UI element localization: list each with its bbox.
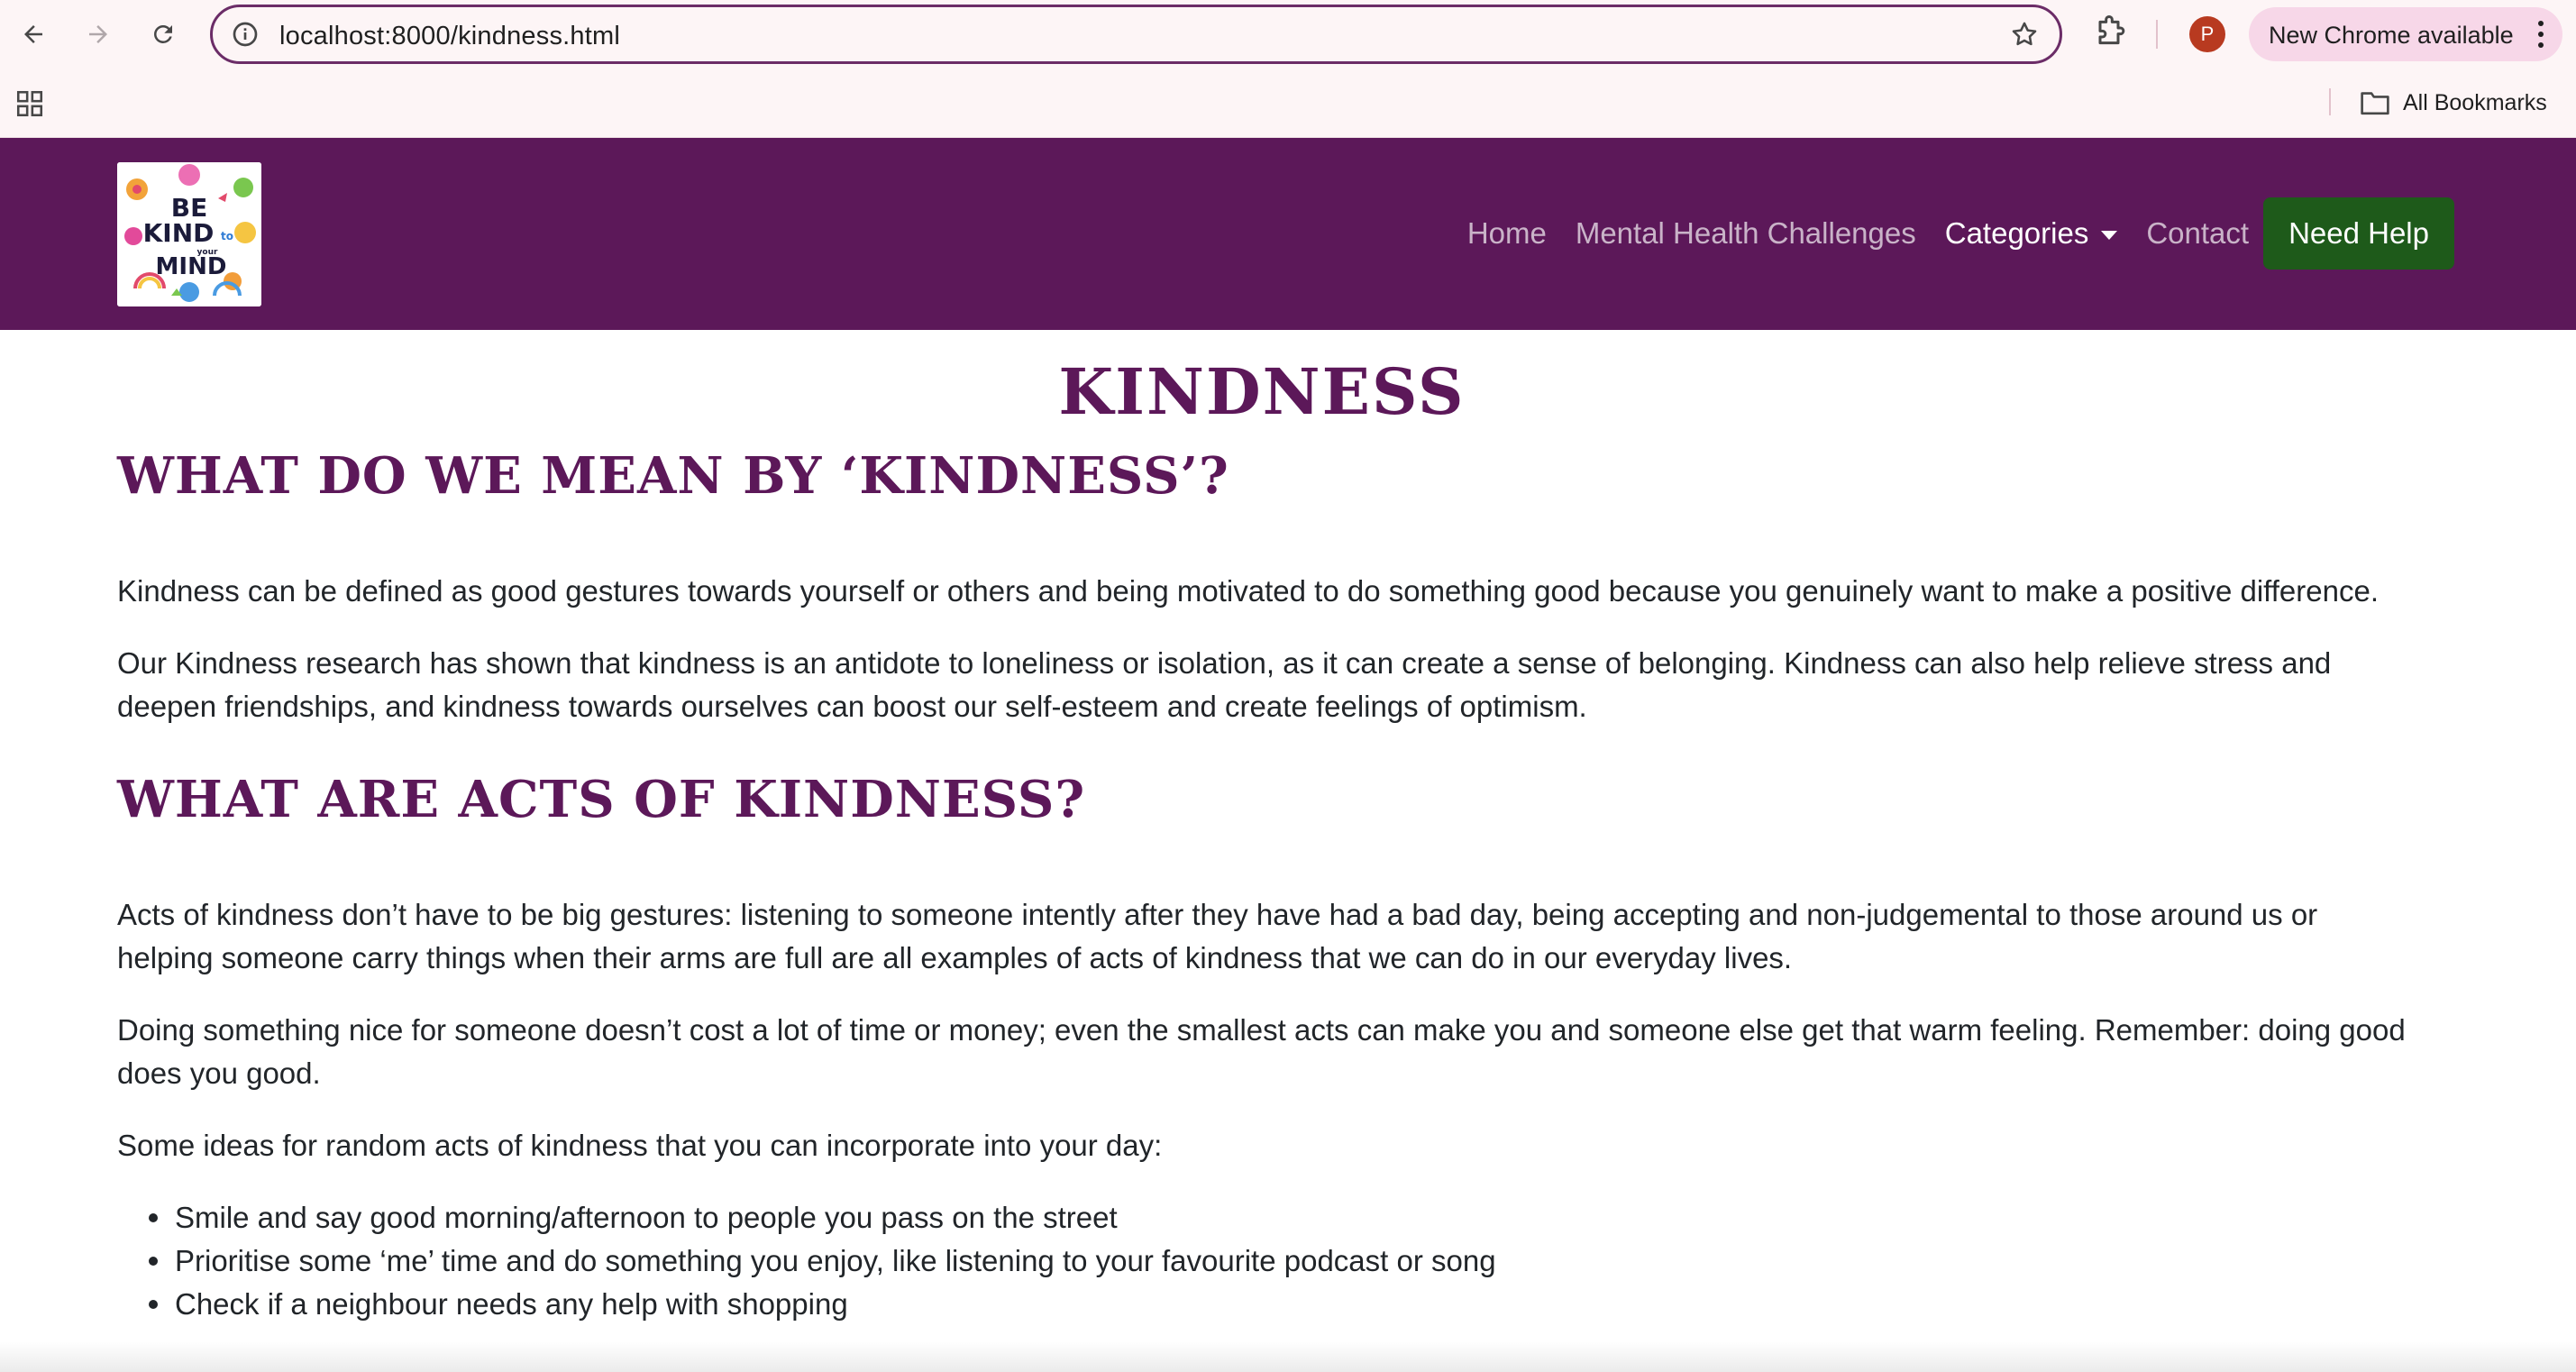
nav-home[interactable]: Home: [1467, 216, 1547, 251]
site-navbar: BE KIND to your MIND Home Mental Health …: [0, 138, 2576, 330]
nav-categories-label: Categories: [1944, 216, 2089, 250]
chrome-update-button[interactable]: New Chrome available: [2249, 7, 2562, 61]
list-item: Check if a neighbour needs any help with…: [149, 1283, 2407, 1326]
forward-button[interactable]: [75, 11, 122, 58]
logo-text-to: to: [221, 230, 233, 242]
section-heading-meaning: WHAT DO WE MEAN BY ‘KINDNESS’?: [117, 446, 1229, 506]
back-button[interactable]: [10, 11, 57, 58]
paragraph: Acts of kindness don’t have to be big ge…: [117, 898, 2318, 975]
logo-text-mind: MIND: [156, 253, 227, 280]
caret-down-icon: [2101, 231, 2118, 241]
reload-icon: [154, 24, 172, 43]
list-item: Prioritise some ‘me’ time and do somethi…: [149, 1239, 2407, 1283]
nav-mental-health-challenges[interactable]: Mental Health Challenges: [1576, 216, 1916, 251]
paragraph: Doing something nice for someone doesn’t…: [117, 1013, 2406, 1091]
section-heading-acts: WHAT ARE ACTS OF KINDNESS?: [117, 770, 1086, 830]
logo-image: BE KIND to your MIND: [117, 162, 261, 306]
update-label: New Chrome available: [2269, 22, 2514, 49]
folder-icon: [2361, 92, 2389, 115]
bookmarks-separator: [2329, 88, 2331, 115]
viewport-bottom-edge: [0, 1341, 2576, 1372]
need-help-button[interactable]: Need Help: [2263, 197, 2454, 270]
url-text: localhost:8000/kindness.html: [279, 22, 620, 50]
arrow-left-icon: [24, 25, 42, 43]
paragraph: Some ideas for random acts of kindness t…: [117, 1129, 1163, 1163]
nav-categories-dropdown[interactable]: Categories: [1945, 216, 2118, 251]
address-bar[interactable]: localhost:8000/kindness.html: [210, 5, 2062, 64]
more-menu-icon[interactable]: [2532, 18, 2550, 50]
toolbar-separator: [2156, 20, 2158, 49]
nav-contact[interactable]: Contact: [2146, 216, 2249, 251]
profile-initial: P: [2200, 23, 2215, 45]
all-bookmarks-button[interactable]: All Bookmarks: [2360, 87, 2547, 119]
profile-avatar[interactable]: P: [2189, 16, 2225, 52]
apps-grid-icon[interactable]: [14, 88, 45, 119]
page-title: KINDNESS: [1058, 354, 1466, 429]
browser-chrome: localhost:8000/kindness.html P New Chrom…: [0, 0, 2576, 138]
site-logo[interactable]: BE KIND to your MIND: [117, 162, 261, 306]
browser-toolbar: localhost:8000/kindness.html P New Chrom…: [0, 0, 2576, 69]
site-info-icon[interactable]: [231, 20, 260, 49]
kindness-ideas-list: Smile and say good morning/afternoon to …: [149, 1196, 2407, 1326]
paragraph: Kindness can be defined as good gestures…: [117, 574, 2379, 608]
list-item: Smile and say good morning/afternoon to …: [149, 1196, 2407, 1239]
extensions-puzzle-icon[interactable]: [2091, 14, 2127, 50]
bookmarks-bar: All Bookmarks: [0, 69, 2576, 138]
main-content: KINDNESS WHAT DO WE MEAN BY ‘KINDNESS’? …: [117, 330, 2407, 1326]
nav-links: Home Mental Health Challenges Categories…: [1467, 197, 2454, 270]
reload-button[interactable]: [140, 11, 187, 58]
bookmark-star-icon[interactable]: [2009, 19, 2040, 50]
paragraph: Our Kindness research has shown that kin…: [117, 646, 2332, 724]
arrow-right-icon: [89, 25, 107, 43]
logo-text-kind: KIND: [143, 218, 215, 248]
all-bookmarks-label: All Bookmarks: [2403, 89, 2547, 115]
